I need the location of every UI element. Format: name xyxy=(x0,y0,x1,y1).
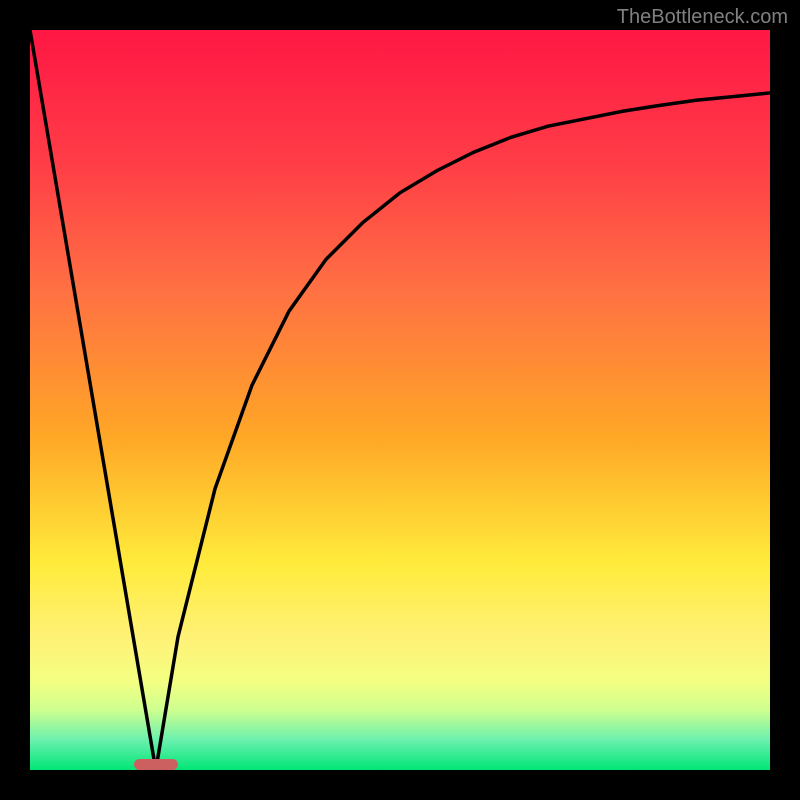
chart-container: TheBottleneck.com xyxy=(0,0,800,800)
plot-area xyxy=(30,30,770,770)
watermark-text: TheBottleneck.com xyxy=(617,6,788,29)
bottleneck-curve xyxy=(30,30,770,770)
curve-left-segment xyxy=(30,30,156,770)
minimum-marker xyxy=(134,759,178,770)
curve-right-segment xyxy=(156,93,770,770)
